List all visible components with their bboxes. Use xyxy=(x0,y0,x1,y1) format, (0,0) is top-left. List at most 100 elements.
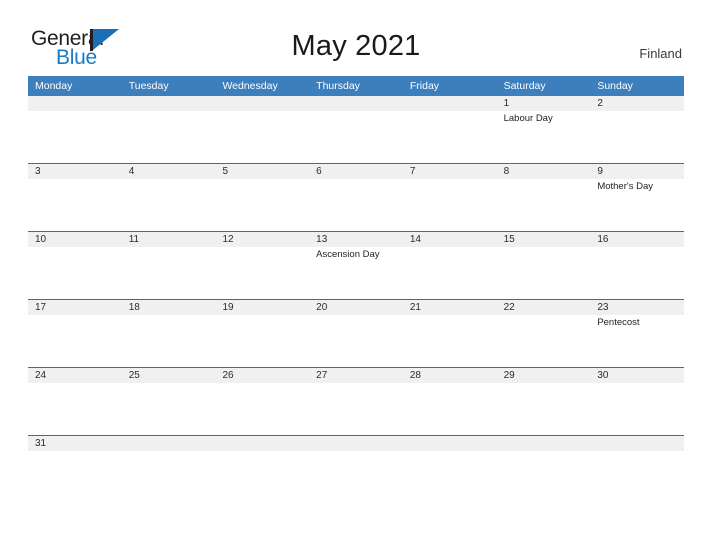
calendar-cell-empty xyxy=(309,436,403,454)
calendar-day-cell[interactable]: 20 xyxy=(309,300,403,367)
day-number: 27 xyxy=(309,368,403,383)
calendar-day-cell[interactable]: 28 xyxy=(402,368,497,435)
day-number: 29 xyxy=(496,368,591,383)
calendar-day-cell[interactable]: 7 xyxy=(402,164,497,231)
calendar-day-cell[interactable]: 6 xyxy=(309,164,403,231)
calendar-week-row: 31 xyxy=(28,435,685,454)
calendar-day-cell[interactable]: 9 Mother's Day xyxy=(590,164,685,231)
day-number xyxy=(215,96,310,111)
calendar-week-cells: 17 18 19 20 21 22 23 Pentecost xyxy=(28,300,685,367)
page-header: General Blue May 2021 Finland xyxy=(0,0,712,76)
day-number xyxy=(28,96,122,111)
calendar-day-cell[interactable]: 19 xyxy=(215,300,310,367)
calendar-cell-empty xyxy=(590,436,685,454)
day-number: 11 xyxy=(121,232,216,247)
calendar-cell-empty xyxy=(496,436,591,454)
calendar-day-cell[interactable]: 3 xyxy=(28,164,122,231)
day-number: 13 xyxy=(309,232,403,247)
day-number: 12 xyxy=(215,232,310,247)
calendar-week-cells: 3 4 5 6 7 8 9 Mother's Day xyxy=(28,164,685,231)
calendar-day-cell[interactable]: 22 xyxy=(496,300,591,367)
day-number xyxy=(309,96,403,111)
calendar-day-cell[interactable]: 18 xyxy=(121,300,216,367)
calendar-cell-empty xyxy=(402,436,497,454)
calendar-day-cell[interactable]: 26 xyxy=(215,368,310,435)
day-number xyxy=(121,96,216,111)
day-number: 23 xyxy=(590,300,685,315)
day-number: 17 xyxy=(28,300,122,315)
calendar-cell-empty xyxy=(121,96,216,163)
calendar-cell-empty xyxy=(309,96,403,163)
page-title: May 2021 xyxy=(291,30,421,62)
calendar-week-cells: 1 Labour Day 2 xyxy=(28,96,685,163)
day-number: 21 xyxy=(402,300,497,315)
day-number: 30 xyxy=(590,368,685,383)
day-number xyxy=(215,436,310,451)
weekday-header-friday: Friday xyxy=(409,80,440,92)
calendar-day-cell[interactable]: 2 xyxy=(590,96,685,163)
calendar-cell-empty xyxy=(121,436,216,454)
calendar-day-cell[interactable]: 10 xyxy=(28,232,122,299)
weekday-header-thursday: Thursday xyxy=(316,80,360,92)
calendar-day-cell[interactable]: 14 xyxy=(402,232,497,299)
calendar-cell-empty xyxy=(28,96,122,163)
day-number: 31 xyxy=(28,436,122,451)
day-number: 25 xyxy=(121,368,216,383)
day-number: 20 xyxy=(309,300,403,315)
weekday-header-tuesday: Tuesday xyxy=(128,80,169,92)
calendar-day-cell[interactable]: 8 xyxy=(496,164,591,231)
calendar-day-cell[interactable]: 11 xyxy=(121,232,216,299)
day-number xyxy=(121,436,216,451)
day-number: 16 xyxy=(590,232,685,247)
day-number: 14 xyxy=(402,232,497,247)
day-number xyxy=(590,436,685,451)
day-number: 6 xyxy=(309,164,403,179)
calendar-week-cells: 10 11 12 13 Ascension Day 14 15 16 xyxy=(28,232,685,299)
calendar-cell-empty xyxy=(215,436,310,454)
day-number xyxy=(402,96,497,111)
country-label: Finland xyxy=(639,46,682,61)
weekday-header-monday: Monday xyxy=(35,80,73,92)
calendar-day-cell[interactable]: 15 xyxy=(496,232,591,299)
calendar-day-cell[interactable]: 21 xyxy=(402,300,497,367)
day-number: 9 xyxy=(590,164,685,179)
day-number: 24 xyxy=(28,368,122,383)
calendar-day-cell[interactable]: 5 xyxy=(215,164,310,231)
calendar-day-cell[interactable]: 29 xyxy=(496,368,591,435)
day-number: 4 xyxy=(121,164,216,179)
calendar-day-cell[interactable]: 27 xyxy=(309,368,403,435)
calendar-week-row: 10 11 12 13 Ascension Day 14 15 16 xyxy=(28,231,685,299)
calendar-day-cell[interactable]: 31 xyxy=(28,436,122,454)
day-number: 8 xyxy=(496,164,591,179)
holiday-label: Labour Day xyxy=(503,113,553,124)
calendar-grid: Monday Tuesday Wednesday Thursday Friday… xyxy=(28,76,685,454)
day-number: 22 xyxy=(496,300,591,315)
calendar-day-cell[interactable]: 23 Pentecost xyxy=(590,300,685,367)
calendar-week-row: 1 Labour Day 2 xyxy=(28,96,685,163)
calendar-weeks: 1 Labour Day 2 3 4 5 6 7 8 9 Mother's Day 10 11 12 13 A… xyxy=(28,96,685,454)
day-number: 28 xyxy=(402,368,497,383)
calendar-day-cell[interactable]: 17 xyxy=(28,300,122,367)
calendar-day-cell[interactable]: 13 Ascension Day xyxy=(309,232,403,299)
calendar-day-cell[interactable]: 25 xyxy=(121,368,216,435)
calendar-week-cells: 24 25 26 27 28 29 30 xyxy=(28,368,685,435)
calendar-day-cell[interactable]: 16 xyxy=(590,232,685,299)
day-number: 3 xyxy=(28,164,122,179)
calendar-cell-empty xyxy=(215,96,310,163)
calendar-day-cell[interactable]: 24 xyxy=(28,368,122,435)
calendar-week-row: 24 25 26 27 28 29 30 xyxy=(28,367,685,435)
holiday-label: Pentecost xyxy=(597,317,640,328)
calendar-day-cell[interactable]: 30 xyxy=(590,368,685,435)
calendar-day-cell[interactable]: 4 xyxy=(121,164,216,231)
weekday-header-saturday: Saturday xyxy=(503,80,546,92)
holiday-label: Mother's Day xyxy=(597,181,653,192)
day-number: 1 xyxy=(496,96,591,111)
calendar-day-cell[interactable]: 1 Labour Day xyxy=(496,96,591,163)
day-number: 26 xyxy=(215,368,310,383)
calendar-day-cell[interactable]: 12 xyxy=(215,232,310,299)
day-number: 10 xyxy=(28,232,122,247)
holiday-label: Ascension Day xyxy=(316,249,380,260)
day-number: 7 xyxy=(402,164,497,179)
weekday-header-row: Monday Tuesday Wednesday Thursday Friday… xyxy=(28,76,684,96)
day-number: 15 xyxy=(496,232,591,247)
